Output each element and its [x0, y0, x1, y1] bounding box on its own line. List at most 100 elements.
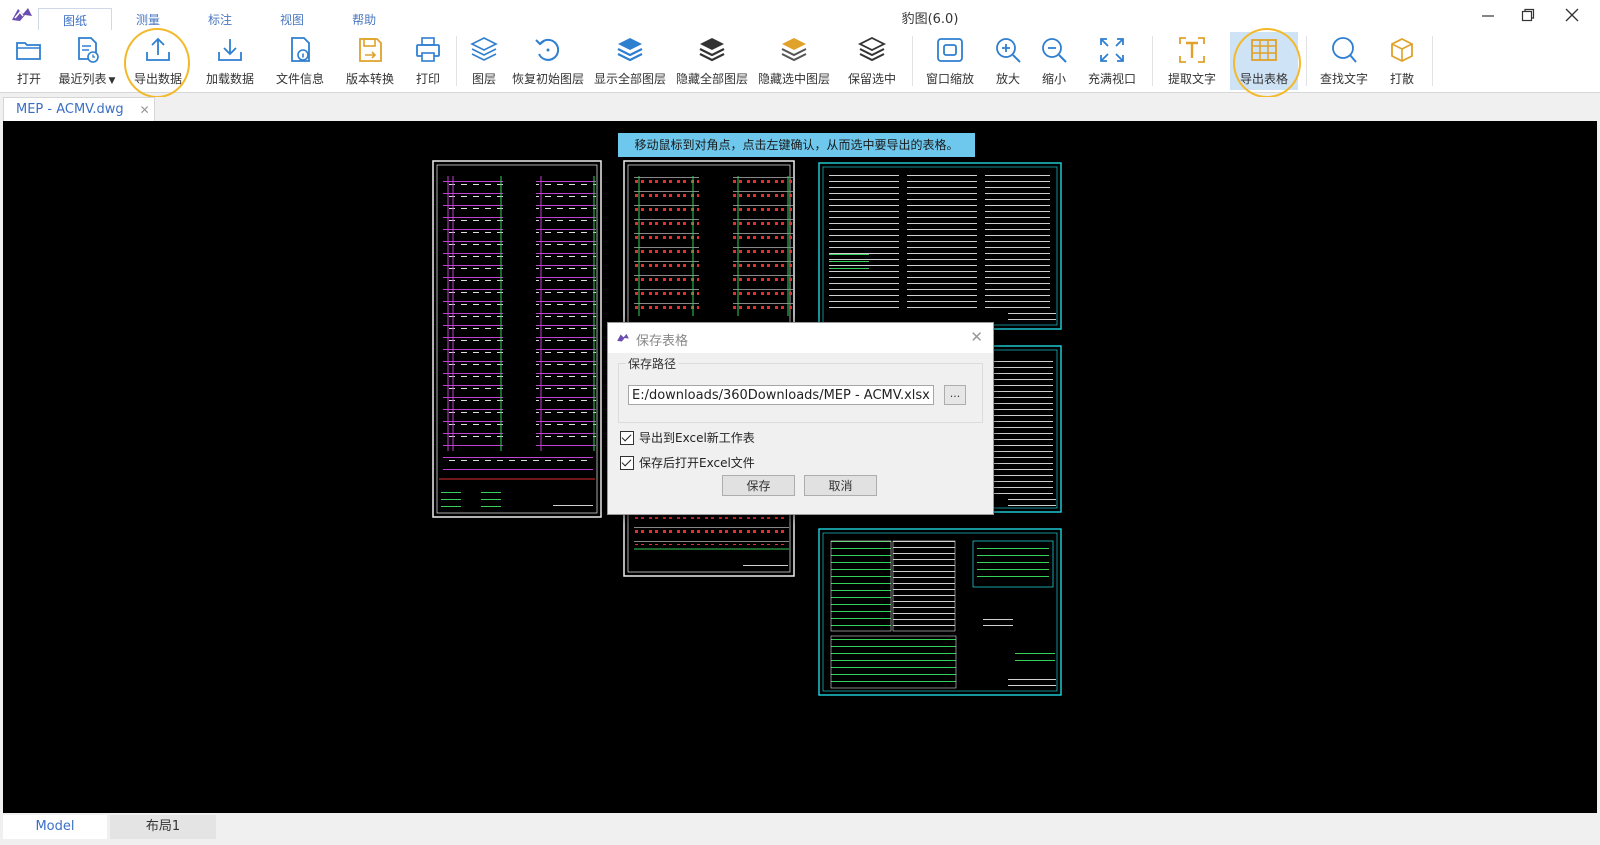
toolbar-separator	[1152, 36, 1153, 86]
recent-list-button[interactable]: 最近列表 ▼	[56, 32, 118, 90]
hide-all-layers-label: 隐藏全部图层	[675, 72, 748, 86]
ribbon-toolbar: 打开 最近列表 ▼ 导出数据 加载数据 文件信息 版本转换 打印 图层 恢复初始图…	[0, 30, 1600, 93]
toolbar-separator	[456, 36, 457, 86]
explode-label: 打散	[1389, 72, 1414, 86]
dialog-close-icon[interactable]: ✕	[970, 328, 983, 346]
explode-button[interactable]: 打散	[1384, 32, 1420, 90]
close-tab-icon[interactable]: ✕	[140, 103, 150, 117]
save-convert-icon	[359, 38, 382, 62]
find-text-label: 查找文字	[1319, 72, 1368, 86]
document-tab-bar: MEP - ACMV.dwg ✕	[0, 97, 1600, 121]
app-logo-icon	[617, 333, 629, 342]
extract-text-label: 提取文字	[1167, 72, 1216, 86]
document-tab-name: MEP - ACMV.dwg	[16, 102, 124, 117]
layers-icon	[470, 37, 498, 61]
extract-text-button[interactable]: 提取文字	[1164, 32, 1220, 90]
drawing-sheet-5	[818, 528, 1062, 696]
table-icon	[1251, 39, 1277, 61]
menu-tabs: 图纸 测量 标注 视图 帮助	[38, 8, 400, 31]
expand-icon	[1100, 38, 1124, 62]
export-data-label: 导出数据	[133, 72, 182, 86]
tab-view[interactable]: 视图	[256, 8, 328, 30]
version-convert-label: 版本转换	[345, 72, 394, 86]
export-data-button[interactable]: 导出数据	[130, 32, 186, 90]
print-label: 打印	[415, 72, 440, 86]
print-button[interactable]: 打印	[410, 32, 446, 90]
layers-filled-icon	[617, 38, 643, 62]
file-info-icon	[291, 37, 310, 62]
browse-button[interactable]: ...	[944, 385, 966, 405]
zoom-in-button[interactable]: 放大	[990, 32, 1026, 90]
zoom-out-icon	[1042, 38, 1067, 63]
window-zoom-icon	[937, 38, 963, 62]
tab-help[interactable]: 帮助	[328, 8, 400, 30]
toolbar-separator	[1306, 36, 1307, 86]
restore-icon	[535, 38, 560, 61]
version-convert-button[interactable]: 版本转换	[342, 32, 398, 90]
printer-icon	[416, 37, 440, 62]
restore-button[interactable]	[1508, 2, 1548, 28]
zoom-out-label: 缩小	[1041, 72, 1066, 86]
file-info-label: 文件信息	[275, 72, 324, 86]
close-icon	[1565, 8, 1579, 22]
tab-measure[interactable]: 测量	[112, 8, 184, 30]
explode-cube-icon	[1391, 37, 1413, 63]
hide-selected-layers-button[interactable]: 隐藏选中图层	[754, 32, 834, 90]
fit-view-label: 充满视口	[1087, 72, 1136, 86]
layers-button[interactable]: 图层	[464, 32, 504, 90]
save-table-dialog: 保存表格 ✕ 保存路径 E:/downloads/360Downloads/ME…	[607, 322, 994, 515]
load-data-label: 加载数据	[205, 72, 254, 86]
hide-selected-layers-label: 隐藏选中图层	[757, 72, 830, 86]
save-path-input[interactable]: E:/downloads/360Downloads/MEP - ACMV.xls…	[628, 385, 934, 405]
export-new-sheet-checkbox[interactable]: 导出到Excel新工作表	[620, 429, 755, 446]
folder-open-icon	[16, 42, 41, 60]
show-all-layers-label: 显示全部图层	[593, 72, 666, 86]
find-text-button[interactable]: 查找文字	[1316, 32, 1372, 90]
dropdown-caret-icon: ▼	[108, 76, 116, 86]
restore-layers-button[interactable]: 恢复初始图层	[508, 32, 588, 90]
open-label: 打开	[16, 72, 41, 86]
minimize-button[interactable]	[1468, 2, 1508, 28]
keep-selected-label: 保留选中	[847, 72, 896, 86]
text-extract-icon	[1179, 37, 1205, 63]
checkbox-checked-icon[interactable]	[620, 455, 634, 470]
show-all-layers-button[interactable]: 显示全部图层	[590, 32, 670, 90]
window-zoom-button[interactable]: 窗口缩放	[922, 32, 978, 90]
minimize-icon	[1482, 15, 1494, 17]
checkbox-checked-icon[interactable]	[620, 430, 634, 445]
zoom-in-label: 放大	[995, 72, 1020, 86]
dialog-title-bar[interactable]: 保存表格 ✕	[608, 323, 993, 353]
save-path-group: 保存路径 E:/downloads/360Downloads/MEP - ACM…	[618, 355, 983, 423]
tab-model[interactable]: Model	[3, 815, 107, 839]
tab-annotate[interactable]: 标注	[184, 8, 256, 30]
export-new-sheet-label: 导出到Excel新工作表	[639, 431, 755, 445]
tab-layout1[interactable]: 布局1	[110, 815, 216, 839]
export-table-button[interactable]: 导出表格	[1230, 32, 1298, 90]
window-zoom-label: 窗口缩放	[925, 72, 974, 86]
upload-icon	[146, 37, 170, 61]
layers-dark-icon	[699, 38, 725, 62]
document-tab[interactable]: MEP - ACMV.dwg ✕	[3, 97, 155, 121]
load-data-button[interactable]: 加载数据	[202, 32, 258, 90]
open-button[interactable]: 打开	[12, 32, 46, 90]
layers-orange-icon	[781, 38, 807, 62]
save-path-label: 保存路径	[626, 355, 679, 372]
hide-all-layers-button[interactable]: 隐藏全部图层	[672, 32, 752, 90]
zoom-out-button[interactable]: 缩小	[1036, 32, 1072, 90]
layout-tab-bar: Model 布局1	[0, 813, 1600, 845]
recent-list-label: 最近列表 ▼	[58, 72, 116, 86]
recent-file-icon	[78, 37, 99, 63]
download-icon	[218, 39, 242, 61]
tab-drawing[interactable]: 图纸	[38, 8, 113, 31]
file-info-button[interactable]: 文件信息	[272, 32, 328, 90]
fit-view-button[interactable]: 充满视口	[1084, 32, 1140, 90]
cancel-button[interactable]: 取消	[804, 475, 877, 496]
restore-layers-label: 恢复初始图层	[511, 72, 584, 86]
layers-label: 图层	[471, 72, 496, 86]
open-after-save-checkbox[interactable]: 保存后打开Excel文件	[620, 454, 755, 471]
save-button[interactable]: 保存	[722, 475, 795, 496]
zoom-in-icon	[996, 38, 1021, 63]
close-window-button[interactable]	[1552, 2, 1592, 28]
restore-icon	[1521, 8, 1535, 22]
keep-selected-button[interactable]: 保留选中	[844, 32, 900, 90]
